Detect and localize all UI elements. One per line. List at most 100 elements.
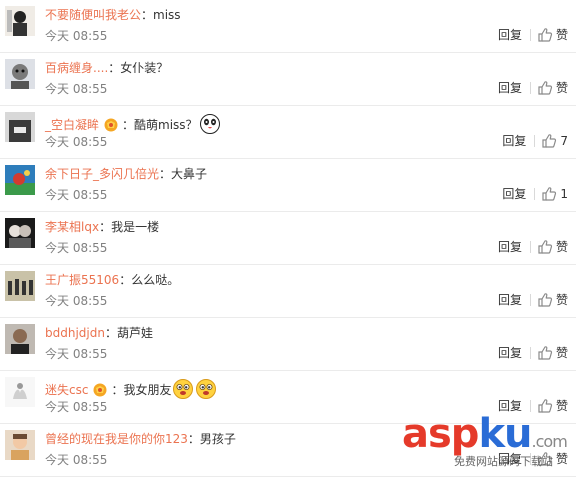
like-count: 赞 [555,452,568,466]
username-link[interactable]: 迷失csc [45,383,88,397]
username-link[interactable]: 王广振55106 [45,273,119,287]
comment-actions: 回复 赞 [498,398,568,414]
panda-face-icon [199,113,221,135]
reply-button[interactable]: 回复 [498,451,522,467]
colon-separator: ： [119,273,132,287]
like-count: 赞 [555,28,568,42]
reply-button[interactable]: 回复 [498,80,522,96]
avatar[interactable] [5,324,35,354]
comment-text: 么么哒。 [131,273,180,287]
username-link[interactable]: 曾经的现在我是你的你123 [45,432,188,446]
avatar[interactable] [5,165,35,195]
reply-button[interactable]: 回复 [502,186,526,202]
comment-timestamp: 今天 08:55 [45,453,108,467]
like-count: 赞 [555,81,568,95]
avatar[interactable] [5,112,35,142]
comment-timestamp: 今天 08:55 [45,135,108,149]
like-button[interactable]: 赞 [537,398,568,414]
comment-actions: 回复 赞 [498,292,568,308]
comment-actions: 回复 赞 [498,27,568,43]
comment-timestamp: 今天 08:55 [45,29,108,43]
action-divider [529,400,531,412]
thumbs-up-icon [537,292,556,308]
comment-item: 迷失csc ：我女朋友今天 08:55 回复 赞 [0,371,576,424]
comment-timestamp: 今天 08:55 [45,82,108,96]
like-count: 赞 [555,293,568,307]
action-divider [529,241,531,253]
username-link[interactable]: 余下日子_多闪几倍光 [45,167,159,181]
avatar[interactable] [5,271,35,301]
comment-line: 不要随便叫我老公：miss [45,7,181,23]
colon-separator: ： [111,383,124,397]
comment-text: 酷萌miss？ [134,118,198,132]
username-link[interactable]: 不要随便叫我老公 [45,8,141,22]
like-button[interactable]: 赞 [537,239,568,255]
reply-button[interactable]: 回复 [498,27,522,43]
comment-text: 大鼻子 [171,167,208,181]
reply-button[interactable]: 回复 [498,398,522,414]
like-button[interactable]: 赞 [537,27,568,43]
action-divider [534,188,536,200]
comment-text: 男孩子 [199,432,236,446]
comment-actions: 回复 7 [502,133,568,149]
avatar[interactable] [5,218,35,248]
action-divider [534,135,536,147]
colon-separator: ： [187,432,200,446]
member-badge-icon [102,118,120,132]
drool-face-icon [172,378,194,400]
thumbs-up-icon [541,133,560,149]
comment-actions: 回复 赞 [498,451,568,467]
comment-timestamp: 今天 08:55 [45,294,108,308]
comment-timestamp: 今天 08:55 [45,347,108,361]
username-link[interactable]: 李某相lqx [45,220,99,234]
avatar[interactable] [5,59,35,89]
reply-button[interactable]: 回复 [498,292,522,308]
comment-list: 不要随便叫我老公：miss 今天 08:55 回复赞百病缠身....：女仆装？ 今天 … [0,0,576,477]
username-link[interactable]: 百病缠身.... [45,61,108,75]
thumbs-up-icon [537,239,556,255]
comment-text: miss [153,8,181,22]
comment-text: 我女朋友 [123,383,172,397]
like-count: 赞 [555,240,568,254]
thumbs-up-icon [537,451,556,467]
username-link[interactable]: bddhjdjdn [45,326,105,340]
comment-text: 葫芦娃 [116,326,153,340]
username-link[interactable]: _空白凝眸 [45,118,99,132]
colon-separator: ： [141,8,154,22]
thumbs-up-icon [537,345,556,361]
colon-separator: ： [159,167,172,181]
action-divider [529,347,531,359]
drool-face-icon [195,378,217,400]
comment-actions: 回复 1 [502,186,568,202]
like-button[interactable]: 1 [541,186,568,202]
action-divider [529,29,531,41]
avatar[interactable] [5,6,35,36]
thumbs-up-icon [537,80,556,96]
like-button[interactable]: 7 [541,133,568,149]
like-button[interactable]: 赞 [537,292,568,308]
comment-line: 余下日子_多闪几倍光：大鼻子 [45,166,207,182]
like-count: 赞 [555,346,568,360]
thumbs-up-icon [537,398,556,414]
like-button[interactable]: 赞 [537,345,568,361]
comment-text: 女仆装？ [120,61,169,75]
comment-item: 不要随便叫我老公：miss 今天 08:55 回复 赞 [0,0,576,53]
like-button[interactable]: 赞 [537,451,568,467]
avatar[interactable] [5,377,35,407]
reply-button[interactable]: 回复 [498,345,522,361]
comment-timestamp: 今天 08:55 [45,188,108,202]
avatar[interactable] [5,430,35,460]
comment-timestamp: 今天 08:55 [45,400,108,414]
action-divider [529,453,531,465]
member-badge-icon [91,383,109,397]
like-button[interactable]: 赞 [537,80,568,96]
action-divider [529,294,531,306]
like-count: 7 [560,134,568,148]
comment-item: 王广振55106：么么哒。今天 08:55 回复 赞 [0,265,576,318]
comment-line: 迷失csc ：我女朋友 [45,378,217,400]
reply-button[interactable]: 回复 [498,239,522,255]
reply-button[interactable]: 回复 [502,133,526,149]
colon-separator: ： [108,61,121,75]
colon-separator: ： [104,326,117,340]
thumbs-up-icon [537,27,556,43]
